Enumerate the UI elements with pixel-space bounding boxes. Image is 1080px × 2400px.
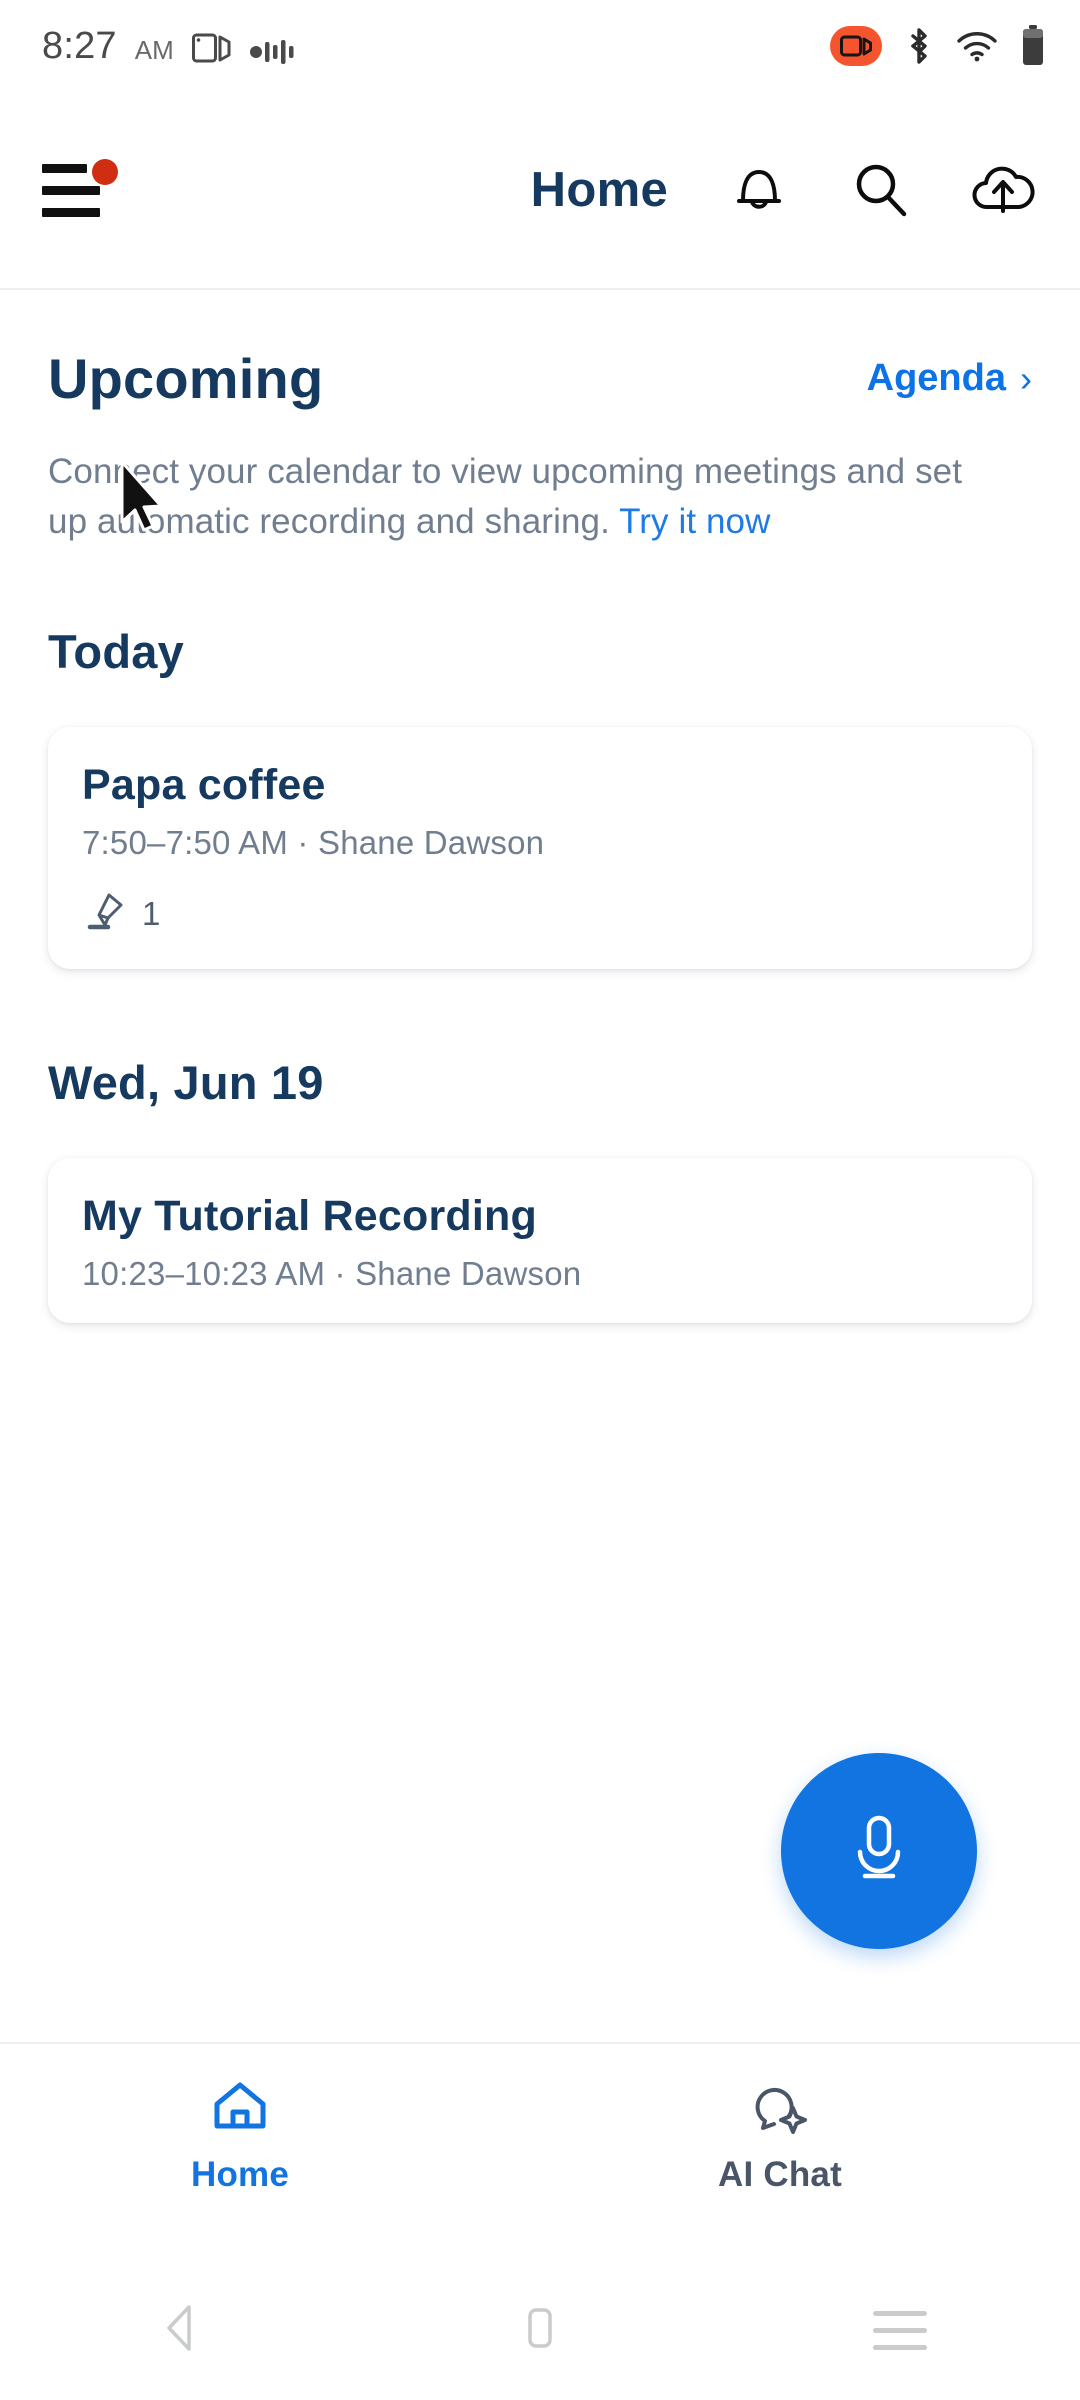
event-meta: 7:50–7:50 AM · Shane Dawson: [82, 824, 998, 862]
audio-waveform-icon: [250, 39, 294, 65]
upcoming-title: Upcoming: [48, 346, 323, 411]
screen-cast-icon: [192, 31, 232, 65]
event-card-papa-coffee[interactable]: Papa coffee 7:50–7:50 AM · Shane Dawson …: [48, 727, 1032, 969]
page-title: Home: [531, 162, 668, 218]
home-icon: [209, 2078, 271, 2141]
status-bar-right: [830, 25, 1046, 67]
nav-tab-home-label: Home: [191, 2155, 289, 2195]
bottom-navigation-bar: Home AI Chat: [0, 2042, 1080, 2260]
cloud-upload-icon[interactable]: [968, 155, 1038, 225]
event-meta: 10:23–10:23 AM · Shane Dawson: [82, 1255, 998, 1293]
upcoming-description: Connect your calendar to view upcoming m…: [48, 447, 1008, 546]
android-home-button[interactable]: [360, 2302, 720, 2359]
battery-icon: [1020, 25, 1046, 67]
bell-icon[interactable]: [724, 155, 794, 225]
android-system-nav: [0, 2260, 1080, 2400]
event-stat-count: 1: [142, 895, 160, 933]
event-stats: 1: [82, 888, 998, 939]
screen-recording-badge-icon: [830, 26, 882, 66]
search-icon[interactable]: [846, 155, 916, 225]
recents-icon: [873, 2311, 927, 2350]
android-recents-button[interactable]: [720, 2311, 1080, 2350]
nav-tab-ai-chat-label: AI Chat: [718, 2155, 842, 2195]
status-bar-ampm: AM: [135, 37, 174, 65]
event-title: My Tutorial Recording: [82, 1192, 998, 1241]
section-heading-wed-jun-19: Wed, Jun 19: [48, 1055, 1032, 1110]
app-header: Home: [0, 92, 1080, 290]
event-card-my-tutorial-recording[interactable]: My Tutorial Recording 10:23–10:23 AM · S…: [48, 1158, 1032, 1323]
header-actions: Home: [531, 155, 1038, 225]
status-bar: 8:27 AM: [0, 0, 1080, 92]
hamburger-menu-button[interactable]: [42, 155, 128, 225]
home-icon: [520, 2302, 560, 2359]
main-content: Upcoming Agenda › Connect your calendar …: [0, 290, 1080, 1323]
chevron-right-icon: ›: [1020, 361, 1032, 397]
wifi-icon: [956, 30, 998, 62]
agenda-link[interactable]: Agenda ›: [867, 357, 1032, 400]
android-back-button[interactable]: [0, 2302, 360, 2359]
microphone-icon: [843, 1808, 915, 1895]
record-fab-button[interactable]: [781, 1753, 977, 1949]
back-icon: [157, 2302, 203, 2359]
upcoming-description-text: Connect your calendar to view upcoming m…: [48, 452, 962, 541]
status-bar-clock: 8:27: [42, 27, 117, 65]
highlighter-icon: [82, 888, 128, 939]
bluetooth-icon: [904, 26, 934, 66]
menu-notification-dot: [92, 159, 118, 185]
try-it-now-link[interactable]: Try it now: [619, 502, 770, 541]
nav-tab-ai-chat[interactable]: AI Chat: [480, 2078, 1080, 2195]
nav-tab-home[interactable]: Home: [0, 2078, 480, 2195]
event-title: Papa coffee: [82, 761, 998, 810]
upcoming-header-row: Upcoming Agenda ›: [48, 290, 1032, 411]
agenda-label: Agenda: [867, 357, 1006, 400]
ai-chat-icon: [749, 2078, 811, 2141]
section-heading-today: Today: [48, 624, 1032, 679]
status-bar-left: 8:27 AM: [42, 27, 294, 65]
